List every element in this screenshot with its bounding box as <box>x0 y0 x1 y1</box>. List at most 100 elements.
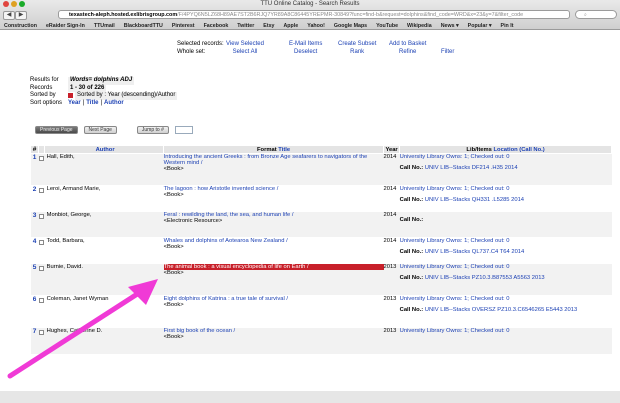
col-author[interactable]: Author <box>44 145 165 154</box>
deselect-link[interactable]: Deselect <box>289 49 322 57</box>
bookmark-item[interactable]: TTUmail <box>94 23 115 29</box>
row-holdings-link[interactable]: University Library Owns: 1; Checked out:… <box>400 328 612 334</box>
window-title: TTU Online Catalog - Search Results <box>260 1 360 7</box>
bookmark-item[interactable]: Apple <box>283 23 298 29</box>
row-checkbox[interactable] <box>38 188 44 193</box>
bookmark-item[interactable]: Twitter <box>237 23 254 29</box>
bookmark-item[interactable]: YouTube <box>376 23 398 29</box>
bookmark-item[interactable]: BlackboardTTU <box>124 23 163 29</box>
filter-spacer <box>441 41 454 49</box>
sort-indicator-icon <box>68 93 73 98</box>
row-checkbox[interactable] <box>38 214 44 219</box>
row-year: 2014 <box>383 211 400 238</box>
row-holdings-link[interactable]: University Library Owns: 1; Checked out:… <box>400 238 612 244</box>
bookmark-item[interactable]: Construction <box>4 23 37 29</box>
table-row: 1 Hall, Edith, Introducing the ancient Gre… <box>30 153 612 186</box>
jump-to-input[interactable] <box>174 126 193 134</box>
row-number: 2 <box>30 185 39 212</box>
row-author: Coleman, Janet Wyman <box>44 295 164 328</box>
row-checkbox[interactable] <box>38 240 44 245</box>
row-author: Leroi, Armand Marie, <box>44 185 164 212</box>
row-callno: Call No.: UNIV LIB--Stacks QL737.C4 T64 … <box>400 249 612 255</box>
sort-separator: | <box>100 99 103 106</box>
bookmark-item[interactable]: Pin It <box>501 23 514 29</box>
jump-to-button[interactable]: Jump to # <box>136 126 169 134</box>
row-number: 3 <box>30 211 39 238</box>
window-controls <box>3 1 25 7</box>
row-callno-link[interactable]: UNIV LIB--Stacks PZ10.3.B87553 A5563 201… <box>425 275 545 281</box>
row-checkbox[interactable] <box>38 156 44 161</box>
url-host: texastech-aleph.hosted.exlibrisgroup.com <box>69 12 178 18</box>
row-checkbox[interactable] <box>38 266 44 271</box>
row-number: 6 <box>30 295 39 328</box>
email-items-link[interactable]: E-Mail Items <box>289 41 322 49</box>
rank-link[interactable]: Rank <box>338 49 376 57</box>
row-number: 4 <box>30 237 39 264</box>
row-callno-link[interactable]: UNIV LIB--Stacks QH331 .L5285 2014 <box>425 197 524 203</box>
row-checkbox[interactable] <box>38 298 44 303</box>
col-number: # <box>29 145 40 154</box>
bookmark-item[interactable]: Popular ▾ <box>468 23 492 29</box>
sort-author-link[interactable]: Author <box>104 100 124 108</box>
bookmark-item[interactable]: Facebook <box>204 23 229 29</box>
add-to-basket-link[interactable]: Add to Basket <box>389 41 426 49</box>
pagination: Previous Page Next Page Jump to # <box>35 126 193 134</box>
row-callno: Call No.: UNIV LIB--Stacks DF214 .H35 20… <box>400 165 612 171</box>
bookmark-item[interactable]: Pinterest <box>172 23 195 29</box>
view-selected-link[interactable]: View Selected <box>226 41 264 49</box>
row-author: Monbiot, George, <box>44 211 164 238</box>
bookmark-item[interactable]: eRaider Sign-In <box>46 23 85 29</box>
bookmark-item[interactable]: Google Maps <box>334 23 367 29</box>
row-author: Burnie, David. <box>44 263 164 296</box>
row-number: 1 <box>30 153 39 186</box>
row-year: 2013 <box>383 295 400 328</box>
select-all-link[interactable]: Select All <box>226 49 264 57</box>
bookmarks-bar: Construction eRaider Sign-In TTUmail Blackb… <box>0 21 620 30</box>
callno-label: Call No.: <box>399 217 424 223</box>
row-year: 2013 <box>383 263 400 296</box>
browser-search-field[interactable]: ⌕ <box>575 10 617 19</box>
col-title-link[interactable]: Title <box>278 147 290 153</box>
bookmark-item[interactable]: News ▾ <box>441 23 459 29</box>
row-author: Hall, Edith, <box>44 153 164 186</box>
bookmark-item[interactable]: Yahoo! <box>307 23 325 29</box>
url-path: /F/4PYQ6N5LZ68H89AE7ST2B6RJQ7YR89A8C8644… <box>177 12 524 18</box>
refine-link[interactable]: Refine <box>389 49 426 57</box>
results-for-label: Results for <box>30 77 59 83</box>
row-year: 2013 <box>383 327 400 354</box>
back-button[interactable]: ◀ <box>3 10 15 20</box>
table-row: 4 Todd, Barbara, Whales and dolphins of Ao… <box>30 237 612 264</box>
row-callno-link[interactable]: UNIV LIB--Stacks QL737.C4 T64 2014 <box>425 249 524 255</box>
filter-link[interactable]: Filter <box>441 49 454 57</box>
row-holdings-link[interactable]: University Library Owns: 1; Checked out:… <box>400 296 612 302</box>
previous-page-button[interactable]: Previous Page <box>35 126 78 134</box>
search-query: Words= dolphins ADJ <box>68 77 135 85</box>
row-holdings-link[interactable]: University Library Owns: 1; Checked out:… <box>400 186 612 192</box>
row-holdings-link[interactable]: University Library Owns: 1; Checked out:… <box>400 264 612 270</box>
sort-title-link[interactable]: Title <box>86 100 98 108</box>
row-callno-link[interactable]: UNIV LIB--Stacks DF214 .H35 2014 <box>425 165 518 171</box>
bookmark-item[interactable]: Etsy <box>263 23 274 29</box>
next-page-button[interactable]: Next Page <box>83 126 117 134</box>
browser-chrome: TTU Online Catalog - Search Results ◀ ▶ … <box>0 0 620 30</box>
col-location-link[interactable]: Location (Call No.) <box>494 147 545 153</box>
create-subset-link[interactable]: Create Subset <box>338 41 376 49</box>
row-callno-link[interactable]: UNIV LIB--Stacks OVERSZ PZ10.3.C6546265 … <box>425 307 577 313</box>
close-window-icon[interactable] <box>3 1 9 7</box>
row-year: 2014 <box>383 237 400 264</box>
table-row: 2 Leroi, Armand Marie, The lagoon : how Ar… <box>30 185 612 212</box>
table-row: 5 Burnie, David. The animal book : a visua… <box>30 263 612 296</box>
callno-label: Call No.: <box>399 165 424 171</box>
row-title-link[interactable]: Introducing the ancient Greeks : from Br… <box>164 154 384 166</box>
minimize-window-icon[interactable] <box>11 1 17 7</box>
zoom-window-icon[interactable] <box>19 1 25 7</box>
address-bar[interactable]: texastech-aleph.hosted.exlibrisgroup.com… <box>58 10 570 19</box>
row-year: 2014 <box>383 153 400 186</box>
forward-button[interactable]: ▶ <box>15 10 27 20</box>
row-year: 2014 <box>383 185 400 212</box>
row-holdings-link[interactable]: University Library Owns: 1; Checked out:… <box>400 154 612 160</box>
records-range: 1 - 30 of 226 <box>68 84 107 92</box>
row-checkbox[interactable] <box>38 330 44 335</box>
bookmark-item[interactable]: Wikipedia <box>407 23 432 29</box>
sort-year-link[interactable]: Year <box>68 100 81 108</box>
